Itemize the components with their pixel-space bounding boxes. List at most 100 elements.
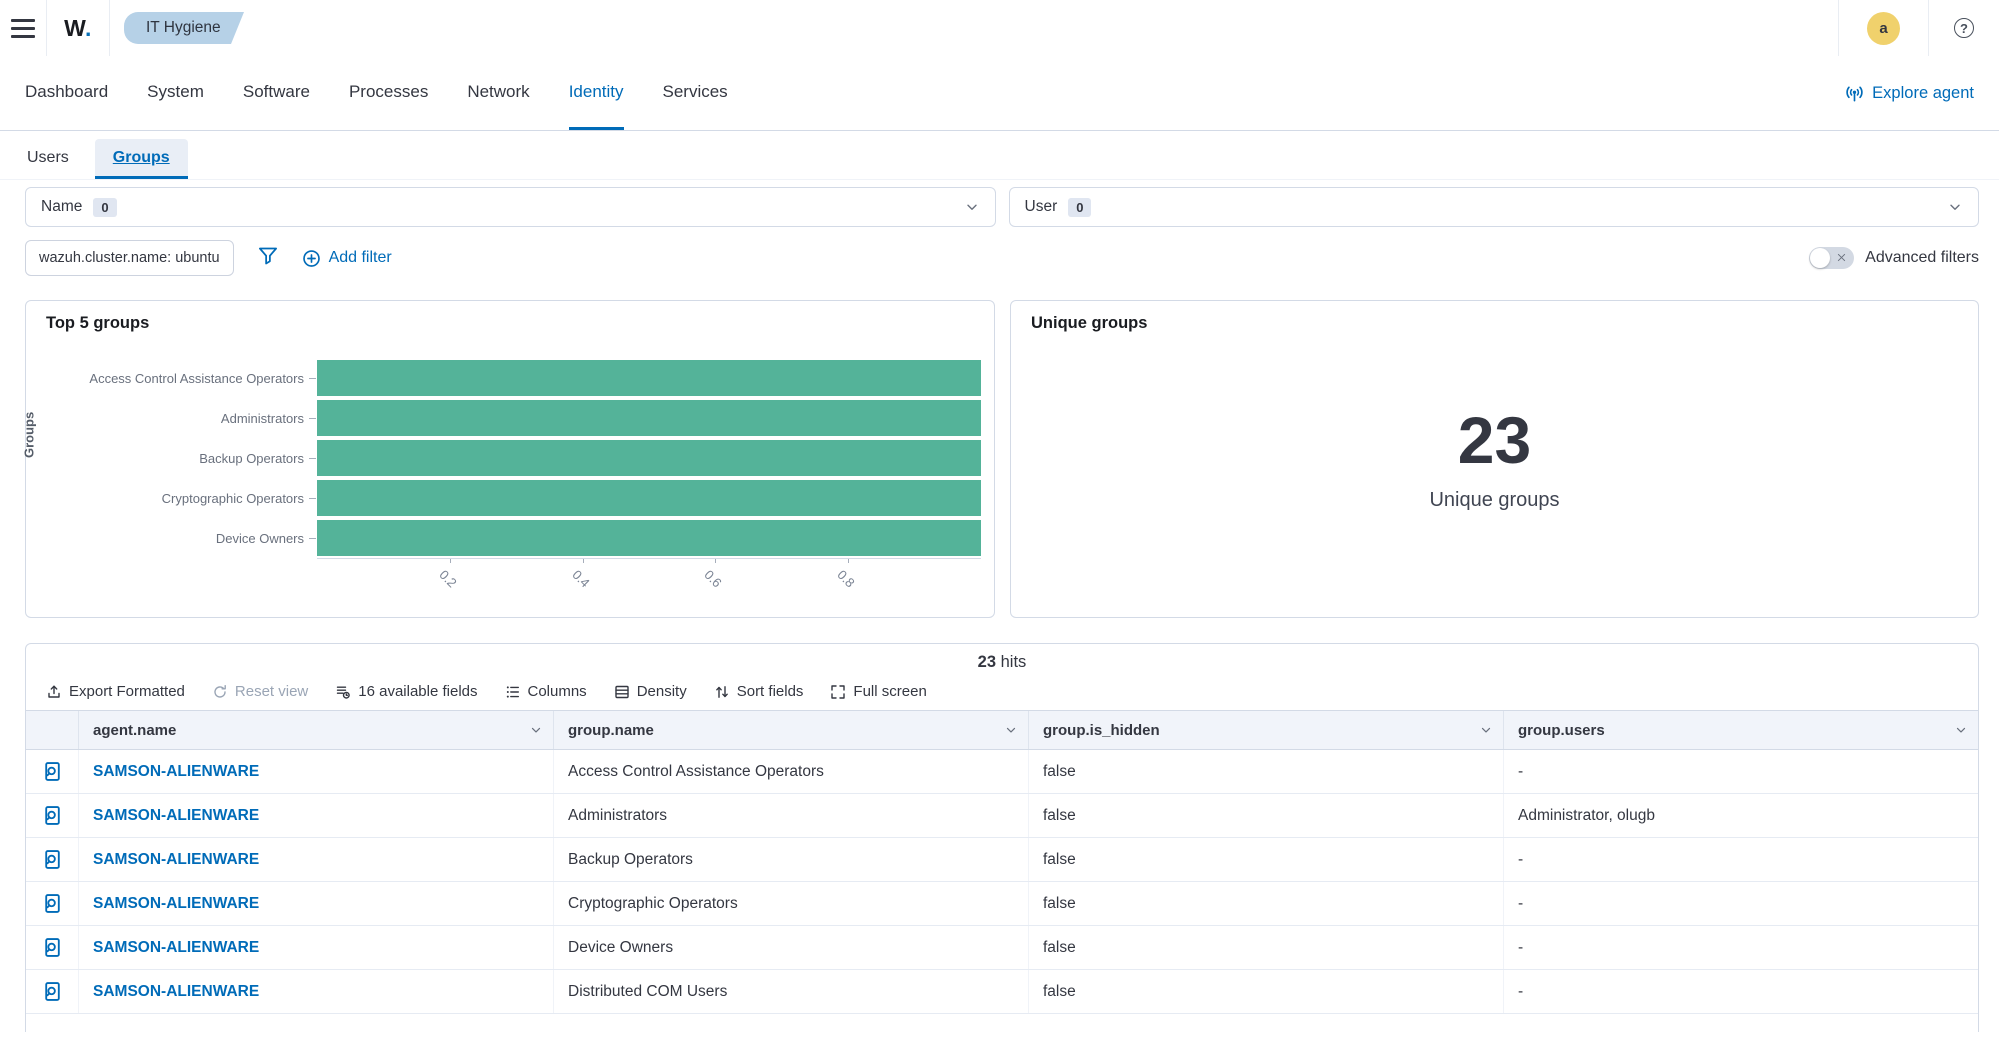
cell-group-users: -	[1504, 750, 1978, 793]
expand-row-button[interactable]	[42, 849, 63, 870]
export-formatted-button[interactable]: Export Formatted	[46, 683, 185, 700]
sort-icon	[714, 684, 730, 700]
filter-pill[interactable]: wazuh.cluster.name: ubuntu	[25, 240, 234, 276]
expand-row-button[interactable]	[42, 937, 63, 958]
cell-group-is-hidden: false	[1029, 750, 1504, 793]
reset-view-button[interactable]: Reset view	[212, 683, 308, 700]
select-label: Name	[41, 198, 82, 216]
column-header-label: group.is_hidden	[1043, 722, 1160, 739]
cell-group-is-hidden: false	[1029, 794, 1504, 837]
x-tick-label: 0.8	[835, 567, 858, 590]
tick-dash	[309, 498, 316, 499]
density-button[interactable]: Density	[614, 683, 687, 700]
cell-agent-name[interactable]: SAMSON-ALIENWARE	[79, 838, 554, 881]
expand-row-button[interactable]	[42, 981, 63, 1002]
top5-groups-panel: Top 5 groups Groups Access Control Assis…	[25, 300, 995, 618]
cell-group-name: Distributed COM Users	[554, 970, 1029, 1013]
row-controls-cell	[26, 970, 79, 1013]
advanced-filters-toggle[interactable]	[1809, 247, 1854, 269]
table-body: SAMSON-ALIENWAREAccess Control Assistanc…	[26, 750, 1978, 1014]
avatar[interactable]: a	[1867, 12, 1900, 45]
funnel-icon	[258, 246, 278, 266]
column-header-agent-name[interactable]: agent.name	[79, 711, 554, 749]
cell-agent-name[interactable]: SAMSON-ALIENWARE	[79, 970, 554, 1013]
row-controls-cell	[26, 750, 79, 793]
cell-group-is-hidden: false	[1029, 838, 1504, 881]
tab-software[interactable]: Software	[243, 56, 310, 130]
table-header-row: agent.namegroup.name group.is_hidden group…	[26, 710, 1978, 750]
tab-identity[interactable]: Identity	[569, 56, 624, 130]
tab-system[interactable]: System	[147, 56, 204, 130]
columns-button[interactable]: Columns	[505, 683, 587, 700]
explore-agent-button[interactable]: Explore agent	[1845, 56, 1974, 130]
tab-dashboard[interactable]: Dashboard	[25, 56, 108, 130]
column-header-group-name[interactable]: group.name	[554, 711, 1029, 749]
add-filter-button[interactable]: Add filter	[302, 249, 392, 268]
cell-group-users: -	[1504, 838, 1978, 881]
bar-access-control-assistance-operators[interactable]	[317, 360, 981, 396]
breadcrumb[interactable]: IT Hygiene	[124, 12, 244, 44]
cell-agent-name[interactable]: SAMSON-ALIENWARE	[79, 750, 554, 793]
x-axis: 0.20.40.60.8	[317, 558, 981, 606]
row-controls-cell	[26, 882, 79, 925]
toolbar-label: Export Formatted	[69, 683, 185, 700]
tab-network[interactable]: Network	[467, 56, 529, 130]
toggle-knob	[1810, 248, 1830, 268]
hits-label: hits	[1001, 653, 1027, 671]
help-icon[interactable]: ?	[1954, 18, 1974, 38]
expand-row-button[interactable]	[42, 761, 63, 782]
bar-administrators[interactable]	[317, 400, 981, 436]
cell-agent-name[interactable]: SAMSON-ALIENWARE	[79, 926, 554, 969]
tick-dash	[309, 378, 316, 379]
name-filter-select[interactable]: Name 0	[25, 187, 996, 227]
refresh-icon	[212, 684, 228, 700]
column-header-group-users[interactable]: group.users	[1504, 711, 1978, 749]
user-filter-select[interactable]: User0	[1009, 187, 1980, 227]
chevron-down-icon	[1004, 723, 1018, 737]
bar-device-owners[interactable]	[317, 520, 981, 556]
app-logo[interactable]: W.	[47, 15, 109, 42]
chart-row: Access Control Assistance Operators	[26, 358, 981, 398]
count-badge: 0	[93, 198, 116, 217]
expand-row-button[interactable]	[42, 893, 63, 914]
tick-dash	[309, 458, 316, 459]
inspect-doc-icon	[42, 849, 63, 870]
metric: 23 Unique groups	[1011, 301, 1978, 617]
cell-group-users: -	[1504, 882, 1978, 925]
filter-funnel-button[interactable]	[258, 246, 278, 271]
full-screen-button[interactable]: Full screen	[830, 683, 926, 700]
cell-agent-name[interactable]: SAMSON-ALIENWARE	[79, 882, 554, 925]
category-label: Administrators	[26, 411, 309, 426]
16-available-fields-button[interactable]: 16 available fields	[335, 683, 477, 700]
divider	[1838, 0, 1839, 56]
close-x-icon	[1836, 252, 1847, 263]
tab-processes[interactable]: Processes	[349, 56, 428, 130]
breadcrumb-tag[interactable]: IT Hygiene	[124, 12, 231, 44]
cell-group-name: Administrators	[554, 794, 1029, 837]
tab-services[interactable]: Services	[663, 56, 728, 130]
x-tick-label: 0.2	[436, 567, 459, 590]
row-controls-cell	[26, 926, 79, 969]
hits-number: 23	[978, 653, 996, 671]
subtab-groups[interactable]: Groups	[95, 139, 188, 179]
chart-row: Cryptographic Operators	[26, 478, 981, 518]
logo-text: W	[64, 15, 85, 41]
bar-cryptographic-operators[interactable]	[317, 480, 981, 516]
antenna-icon	[1845, 84, 1864, 103]
metric-value: 23	[1458, 407, 1531, 473]
inspect-doc-icon	[42, 761, 63, 782]
bar-track	[317, 518, 981, 558]
column-header-group-is-hidden[interactable]: group.is_hidden	[1029, 711, 1504, 749]
nav-tabs: Dashboard System Software Processes Network I…	[25, 56, 728, 130]
cell-group-name: Device Owners	[554, 926, 1029, 969]
divider	[109, 0, 110, 56]
sort-fields-button[interactable]: Sort fields	[714, 683, 804, 700]
subtab-users[interactable]: Users	[25, 139, 71, 179]
toolbar-label: Density	[637, 683, 687, 700]
bar-backup-operators[interactable]	[317, 440, 981, 476]
cell-agent-name[interactable]: SAMSON-ALIENWARE	[79, 794, 554, 837]
unique-groups-panel: Unique groups 23 Unique groups	[1010, 300, 1979, 618]
toolbar-label: 16 available fields	[358, 683, 477, 700]
expand-row-button[interactable]	[42, 805, 63, 826]
hamburger-menu-icon[interactable]	[0, 0, 46, 56]
